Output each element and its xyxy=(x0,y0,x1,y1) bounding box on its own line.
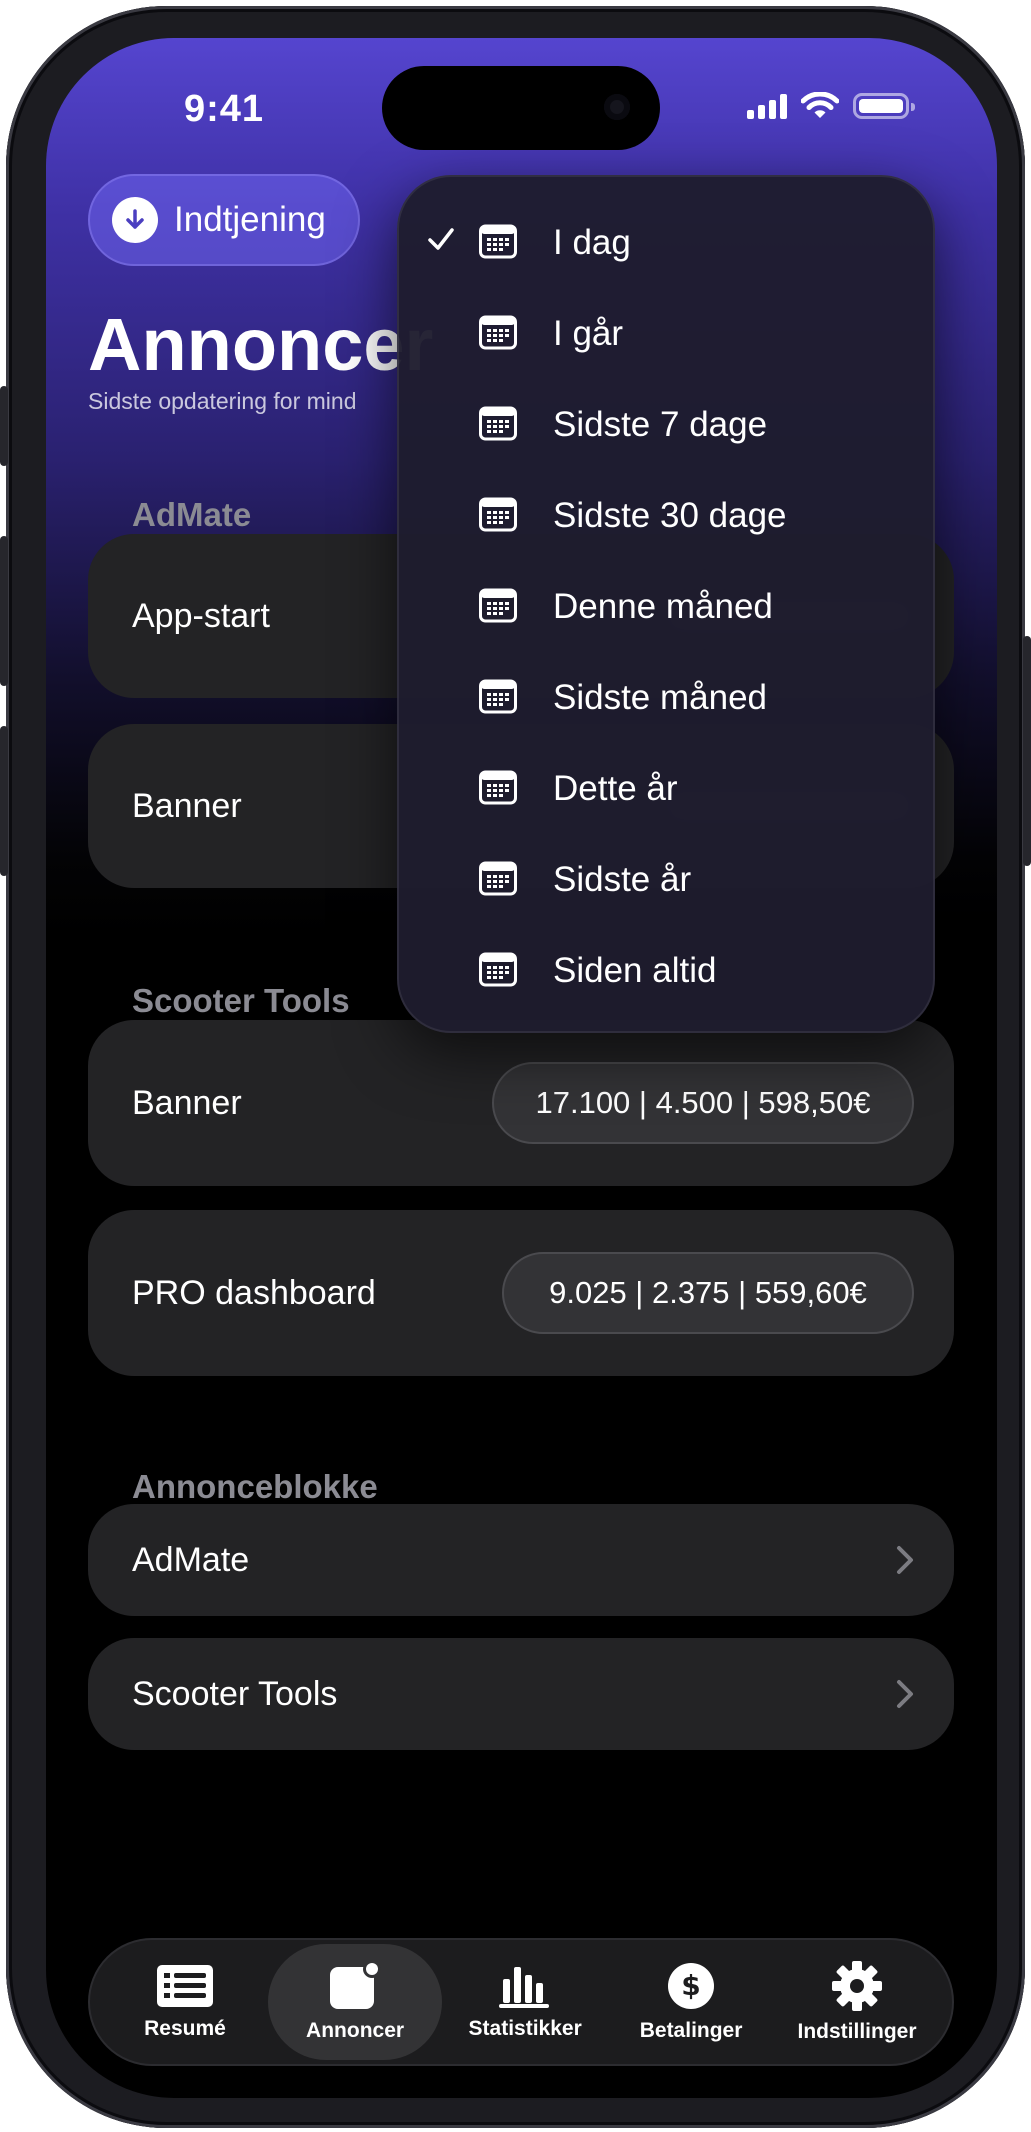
date-range-option-label: I dag xyxy=(553,223,631,262)
date-range-menu: I dag I går Sidste 7 dage Sidste 30 dage Den… xyxy=(397,175,935,1033)
dynamic-island xyxy=(382,66,660,150)
calendar-icon xyxy=(479,952,517,987)
ad-icon xyxy=(330,1961,382,2009)
date-range-option[interactable]: Siden altid xyxy=(399,925,933,1016)
tab-annoncer[interactable]: Annoncer xyxy=(267,1944,443,2060)
calendar-icon xyxy=(479,861,517,896)
tab-indstillinger[interactable]: Indstillinger xyxy=(774,1944,940,2060)
ad-block-link-admate[interactable]: AdMate xyxy=(88,1504,954,1616)
date-range-option-label: Sidste 7 dage xyxy=(553,405,768,444)
download-arrow-icon xyxy=(112,197,158,243)
stats-pill[interactable]: 9.025 | 2.375 | 559,60€ xyxy=(502,1252,914,1334)
date-range-option[interactable]: Sidste 30 dage xyxy=(399,470,933,561)
section-title-ad-blocks: Annonceblokke xyxy=(132,1468,378,1505)
ad-card-label: Banner xyxy=(132,786,242,825)
date-range-option-label: I går xyxy=(553,314,624,353)
date-range-option[interactable]: I går xyxy=(399,288,933,379)
last-updated-text: Sidste opdatering for mind xyxy=(88,388,357,414)
section-title-admate: AdMate xyxy=(132,496,252,533)
status-time: 9:41 xyxy=(184,88,265,130)
ad-card-label: App-start xyxy=(132,596,270,635)
tab-label: Indstillinger xyxy=(797,2020,917,2043)
status-bar: 9:41 xyxy=(46,38,997,178)
earnings-button-label: Indtjening xyxy=(174,200,326,239)
calendar-icon xyxy=(479,224,517,259)
date-range-option[interactable]: Sidste år xyxy=(399,834,933,925)
date-range-option[interactable]: Dette år xyxy=(399,743,933,834)
tab-resume[interactable]: Resumé xyxy=(102,1944,268,2060)
tab-statistikker[interactable]: Statistikker xyxy=(442,1944,608,2060)
phone-frame: 9:41 Indtjening Annoncer Sidste opdateri… xyxy=(0,6,1031,2128)
svg-text:$: $ xyxy=(681,1969,700,2002)
dollar-icon: $ xyxy=(668,1963,715,2009)
date-range-option-label: Sidste måned xyxy=(553,678,768,717)
camera-icon xyxy=(604,94,630,120)
ad-block-link-scooter-tools[interactable]: Scooter Tools xyxy=(88,1638,954,1750)
date-range-option-label: Siden altid xyxy=(553,951,717,990)
calendar-icon xyxy=(479,679,517,714)
ad-card-label: Banner xyxy=(132,1083,242,1122)
date-range-option-label: Dette år xyxy=(553,769,678,808)
tab-label: Annoncer xyxy=(306,2019,405,2042)
chevron-right-icon xyxy=(897,1680,913,1708)
calendar-icon xyxy=(479,315,517,350)
volume-down-button xyxy=(0,726,8,876)
tab-bar: Resumé Annoncer Statistikker $ Betalinge… xyxy=(88,1938,954,2066)
calendar-icon xyxy=(479,406,517,441)
cellular-signal-icon xyxy=(747,93,787,119)
chart-bars-icon xyxy=(499,1967,550,2008)
tab-label: Resumé xyxy=(144,2017,226,2040)
wifi-icon xyxy=(801,92,839,118)
ad-block-label: Scooter Tools xyxy=(132,1674,338,1713)
volume-up-button xyxy=(0,536,8,686)
section-title-scooter-tools: Scooter Tools xyxy=(132,982,350,1019)
calendar-icon xyxy=(479,770,517,805)
gear-icon xyxy=(832,1961,883,2011)
date-range-option[interactable]: I dag xyxy=(399,197,933,288)
tab-betalinger[interactable]: $ Betalinger xyxy=(608,1944,774,2060)
date-range-option-label: Sidste 30 dage xyxy=(553,496,787,535)
date-range-option[interactable]: Denne måned xyxy=(399,561,933,652)
checkmark-icon xyxy=(428,228,454,250)
calendar-icon xyxy=(479,588,517,623)
date-range-option-label: Sidste år xyxy=(553,860,692,899)
tab-label: Statistikker xyxy=(468,2017,582,2040)
date-range-option[interactable]: Sidste 7 dage xyxy=(399,379,933,470)
app-screen: 9:41 Indtjening Annoncer Sidste opdateri… xyxy=(46,38,997,2098)
ad-card-banner-scooter[interactable]: Banner 17.100 | 4.500 | 598,50€ xyxy=(88,1020,954,1186)
page-title: Annoncer xyxy=(88,303,434,386)
power-button xyxy=(1023,636,1031,866)
stats-pill[interactable]: 17.100 | 4.500 | 598,50€ xyxy=(492,1062,914,1144)
date-range-option[interactable]: Sidste måned xyxy=(399,652,933,743)
tab-label: Betalinger xyxy=(639,2019,743,2042)
ad-card-label: PRO dashboard xyxy=(132,1273,376,1312)
ad-block-label: AdMate xyxy=(132,1540,250,1579)
ad-card-pro-dashboard[interactable]: PRO dashboard 9.025 | 2.375 | 559,60€ xyxy=(88,1210,954,1376)
earnings-button[interactable]: Indtjening xyxy=(88,174,360,266)
action-button xyxy=(0,386,8,466)
battery-icon xyxy=(853,93,915,119)
list-icon xyxy=(156,1965,213,2007)
chevron-right-icon xyxy=(897,1546,913,1574)
date-range-option-label: Denne måned xyxy=(553,587,773,626)
status-icons xyxy=(747,92,915,120)
calendar-icon xyxy=(479,497,517,532)
